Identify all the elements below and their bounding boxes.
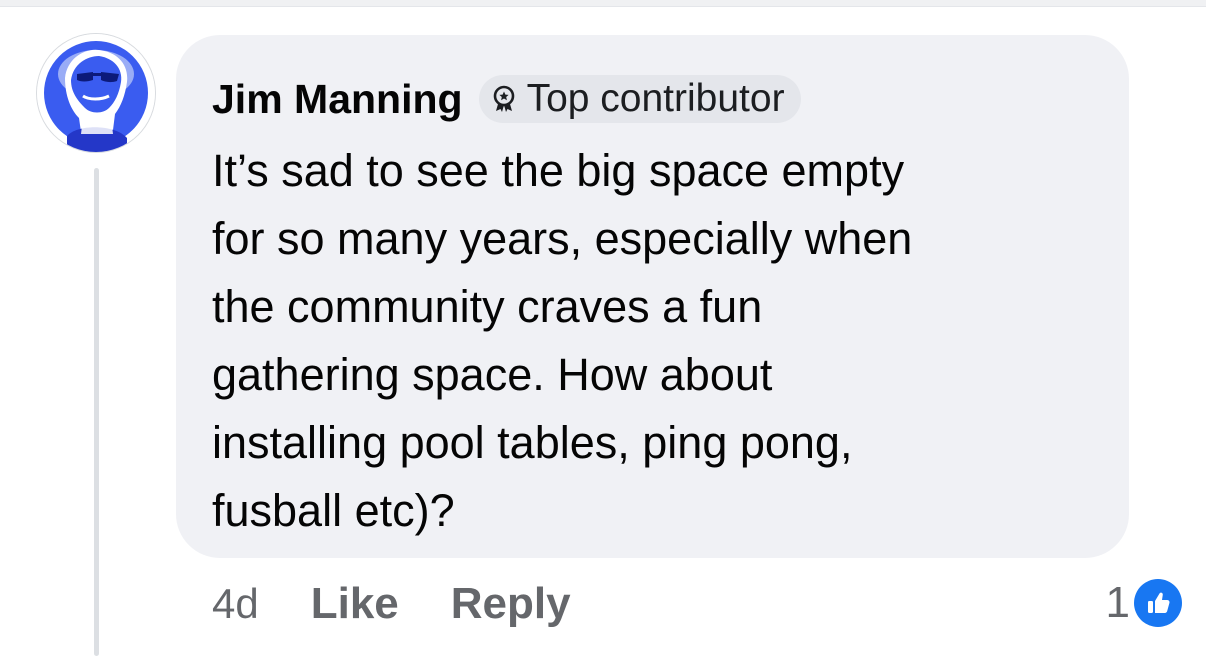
author-name[interactable]: Jim Manning <box>212 76 463 123</box>
comment-bubble: Jim Manning Top contributor It’s sad to … <box>176 35 1129 558</box>
reply-button[interactable]: Reply <box>451 579 571 629</box>
like-reaction-icon <box>1134 579 1182 627</box>
avatar[interactable] <box>37 34 155 152</box>
comment-text: It’s sad to see the big space empty for … <box>212 145 913 536</box>
reply-thread-line <box>94 168 99 656</box>
reaction-summary[interactable]: 1 <box>1106 575 1182 631</box>
comment-header: Jim Manning Top contributor <box>212 75 801 123</box>
reaction-count: 1 <box>1105 578 1130 627</box>
comment-timestamp[interactable]: 4d <box>212 580 259 628</box>
profile-photo-icon <box>37 34 155 152</box>
like-button[interactable]: Like <box>311 579 399 629</box>
top-divider <box>0 0 1206 7</box>
comment-actions: 4d Like Reply <box>212 576 623 632</box>
top-contributor-badge-icon <box>491 84 517 114</box>
top-contributor-badge[interactable]: Top contributor <box>478 75 801 123</box>
badge-label: Top contributor <box>526 77 785 120</box>
